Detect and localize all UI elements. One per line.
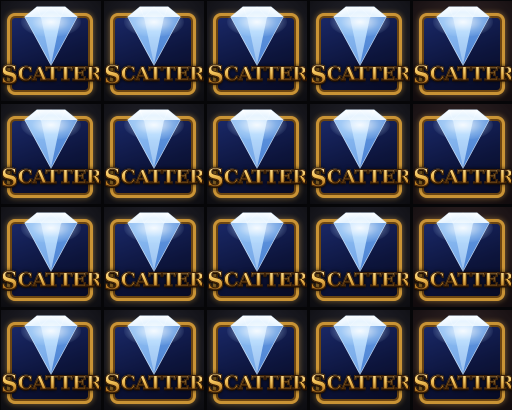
sparkle: [227, 213, 287, 243]
sparkle: [124, 110, 184, 140]
sparkle: [330, 213, 390, 243]
scatter-label: S CATTER: [310, 162, 410, 192]
scatter-symbol-r1-c4: S CATTER: [310, 1, 410, 101]
sparkle: [330, 316, 390, 346]
scatter-symbol-r2-c4: S CATTER: [310, 104, 410, 204]
scatter-label: S CATTER: [310, 265, 410, 295]
sparkle: [433, 110, 493, 140]
scatter-symbol-r2-c2: S CATTER: [104, 104, 204, 204]
scatter-label: S CATTER: [104, 162, 204, 192]
sparkle: [227, 7, 287, 37]
scatter-symbol-r3-c4: S CATTER: [310, 207, 410, 307]
scatter-label: S CATTER: [207, 59, 307, 89]
scatter-symbol-r2-c5: S CATTER: [413, 104, 512, 204]
scatter-symbol-r3-c3: S CATTER: [207, 207, 307, 307]
scatter-label: S CATTER: [207, 265, 307, 295]
sparkle: [21, 110, 81, 140]
scatter-symbol-r2-c3: S CATTER: [207, 104, 307, 204]
scatter-symbol-r1-c1: S CATTER: [1, 1, 101, 101]
scatter-symbol-r3-c2: S CATTER: [104, 207, 204, 307]
scatter-label: S CATTER: [310, 368, 410, 398]
scatter-symbol-r1-c2: S CATTER: [104, 1, 204, 101]
scatter-label: S CATTER: [413, 162, 512, 192]
scatter-symbol-r1-c5: S CATTER: [413, 1, 512, 101]
sparkle: [433, 316, 493, 346]
sparkle: [21, 7, 81, 37]
scatter-label: S CATTER: [1, 368, 101, 398]
scatter-label: S CATTER: [413, 368, 512, 398]
scatter-label: S CATTER: [413, 265, 512, 295]
scatter-label: S CATTER: [207, 162, 307, 192]
scatter-label: S CATTER: [1, 162, 101, 192]
scatter-label: S CATTER: [104, 59, 204, 89]
scatter-symbol-r3-c5: S CATTER: [413, 207, 512, 307]
scatter-label: S CATTER: [413, 59, 512, 89]
scatter-symbol-r4-c5: S CATTER: [413, 310, 512, 410]
scatter-label: S CATTER: [1, 265, 101, 295]
scatter-symbol-r4-c4: S CATTER: [310, 310, 410, 410]
scatter-symbol-r4-c1: S CATTER: [1, 310, 101, 410]
sparkle: [433, 213, 493, 243]
sparkle: [124, 316, 184, 346]
scatter-label: S CATTER: [104, 368, 204, 398]
sparkle: [227, 110, 287, 140]
sparkle: [124, 213, 184, 243]
scatter-symbol-r3-c1: S CATTER: [1, 207, 101, 307]
sparkle: [330, 7, 390, 37]
scatter-label: S CATTER: [1, 59, 101, 89]
reel-grid: S CATTER S CATTER S CATTER S CATTER S CA…: [0, 0, 512, 410]
scatter-symbol-r4-c3: S CATTER: [207, 310, 307, 410]
scatter-symbol-r4-c2: S CATTER: [104, 310, 204, 410]
sparkle: [330, 110, 390, 140]
scatter-symbol-r1-c3: S CATTER: [207, 1, 307, 101]
scatter-label: S CATTER: [310, 59, 410, 89]
scatter-label: S CATTER: [207, 368, 307, 398]
sparkle: [433, 7, 493, 37]
sparkle: [21, 213, 81, 243]
sparkle: [124, 7, 184, 37]
sparkle: [21, 316, 81, 346]
scatter-label: S CATTER: [104, 265, 204, 295]
scatter-symbol-r2-c1: S CATTER: [1, 104, 101, 204]
sparkle: [227, 316, 287, 346]
